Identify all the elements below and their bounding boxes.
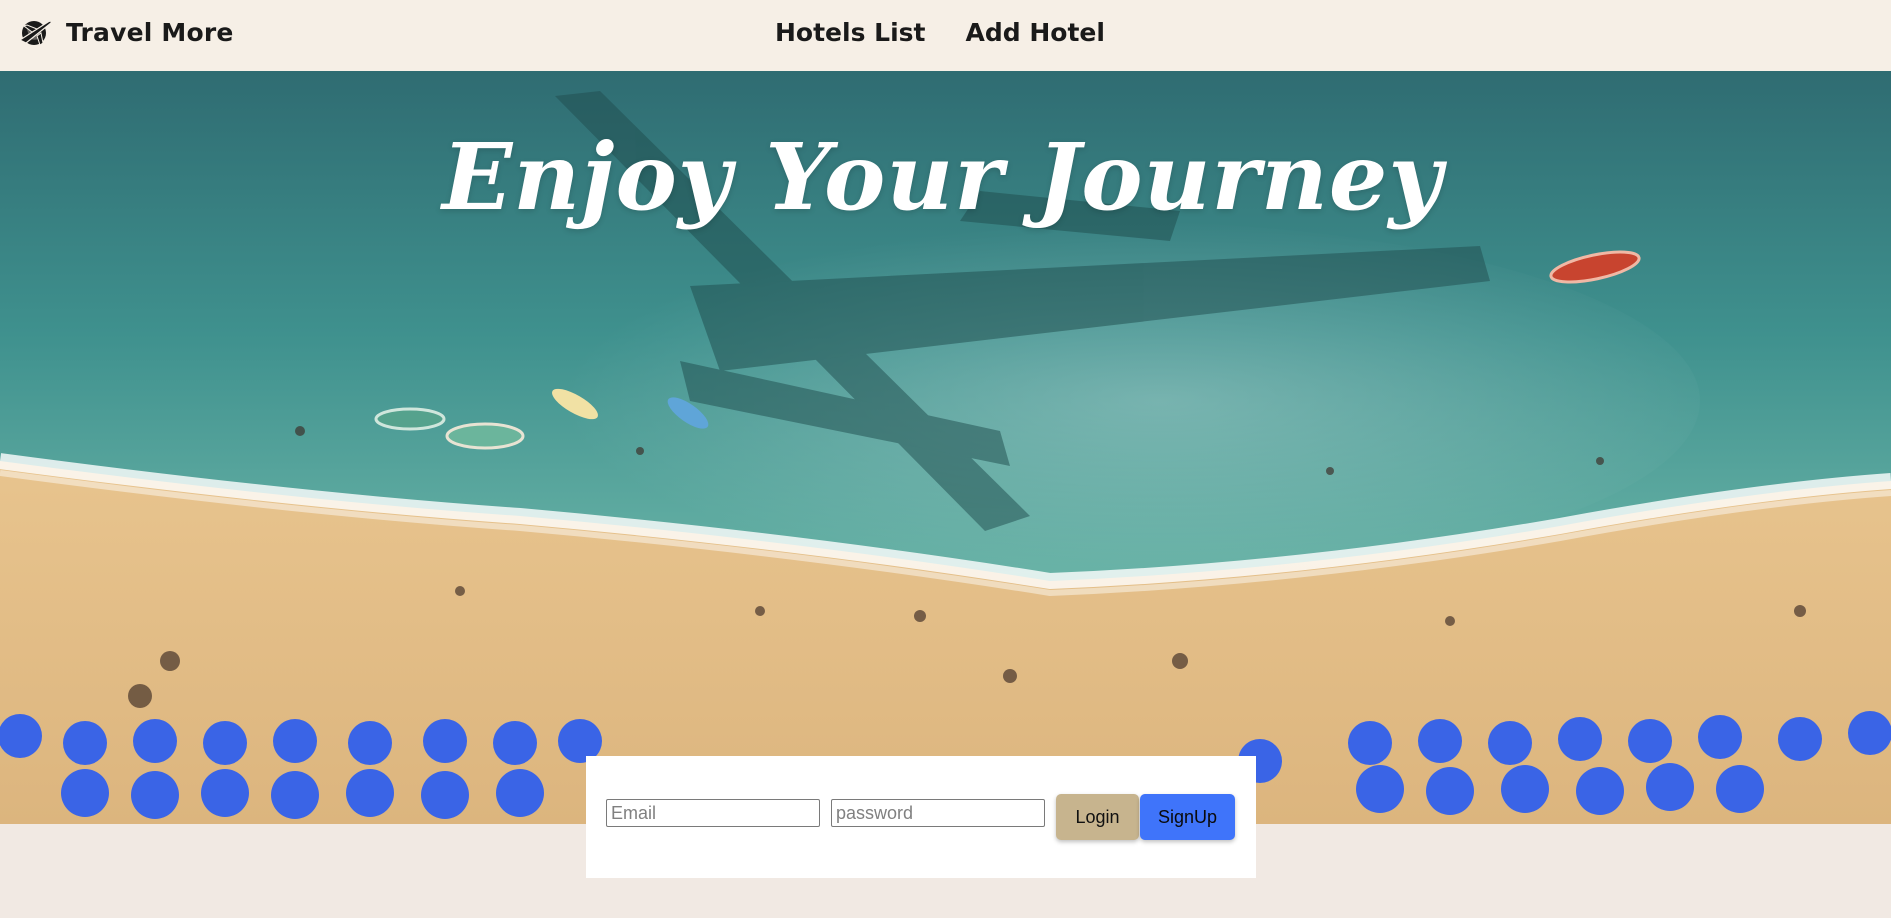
password-input[interactable] bbox=[831, 799, 1045, 827]
login-button[interactable]: Login bbox=[1056, 794, 1139, 840]
login-form: Login SignUp bbox=[586, 756, 1256, 878]
signup-button[interactable]: SignUp bbox=[1140, 794, 1235, 840]
nav-links: Hotels List Add Hotel bbox=[775, 14, 1105, 50]
nav-link-add-hotel[interactable]: Add Hotel bbox=[966, 18, 1105, 47]
email-input[interactable] bbox=[606, 799, 820, 827]
nav-link-hotels-list[interactable]: Hotels List bbox=[775, 18, 926, 47]
hero-banner: Enjoy Your Journey bbox=[0, 71, 1891, 824]
navbar: Travel More Hotels List Add Hotel bbox=[0, 0, 1891, 71]
brand[interactable]: Travel More bbox=[18, 14, 234, 50]
brand-name: Travel More bbox=[66, 17, 234, 47]
airplane-globe-icon bbox=[18, 20, 52, 46]
hero-title: Enjoy Your Journey bbox=[442, 123, 1443, 231]
